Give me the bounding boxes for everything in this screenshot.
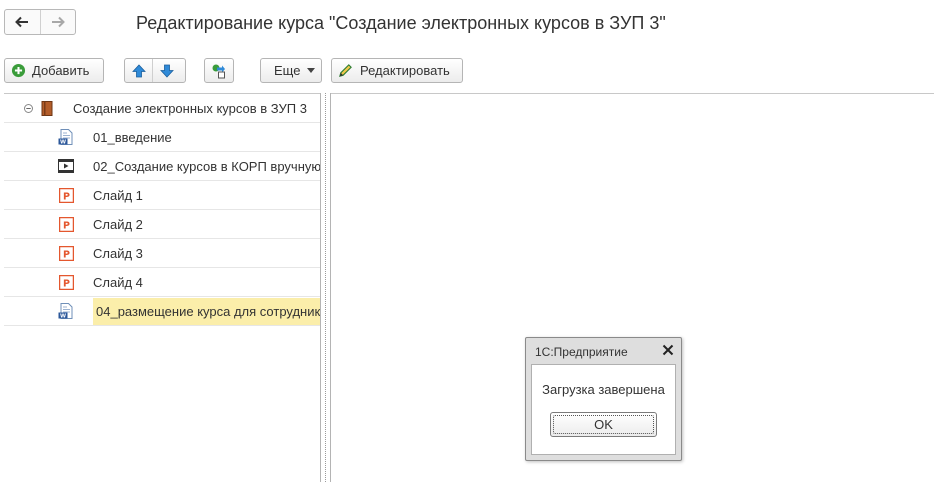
copy-button[interactable]	[204, 58, 234, 83]
dialog-message: Загрузка завершена	[542, 382, 665, 397]
add-button[interactable]: Добавить	[4, 58, 104, 83]
tree-item-label: Слайд 3	[93, 245, 143, 261]
tree-item-label: 01_введение	[93, 129, 172, 145]
svg-text:P: P	[63, 220, 70, 231]
add-button-label: Добавить	[32, 63, 90, 78]
slide-icon: P	[59, 274, 74, 290]
tree-item-label: 04_размещение курса для сотрудников	[93, 297, 320, 325]
navigation-buttons	[4, 9, 76, 35]
more-button[interactable]: Еще	[260, 58, 322, 83]
tree-item[interactable]: P Слайд 1	[4, 181, 320, 210]
arrow-left-icon	[15, 16, 29, 28]
tree-item-label: Слайд 2	[93, 216, 143, 232]
svg-text:P: P	[63, 249, 70, 260]
arrow-up-icon	[131, 63, 146, 77]
page-title: Редактирование курса "Создание электронн…	[136, 13, 666, 33]
slide-icon: P	[59, 216, 74, 232]
close-icon[interactable]	[662, 344, 674, 356]
content-panel	[331, 93, 934, 94]
more-button-label: Еще	[274, 63, 301, 78]
slide-icon: P	[59, 245, 74, 261]
pencil-icon	[339, 64, 352, 77]
tree-item-label: 02_Создание курсов в КОРП вручную	[93, 158, 320, 174]
move-down-button[interactable]	[152, 59, 180, 82]
tree-item-label: Слайд 1	[93, 187, 143, 203]
svg-text:W: W	[60, 313, 66, 319]
dialog-title: 1С:Предприятие	[535, 345, 628, 359]
collapse-icon[interactable]	[24, 103, 33, 113]
move-up-button[interactable]	[125, 59, 152, 82]
tree-item-selected[interactable]: W 04_размещение курса для сотрудников	[4, 297, 320, 326]
move-buttons	[124, 58, 186, 83]
svg-text:P: P	[63, 191, 70, 202]
chevron-down-icon	[307, 67, 316, 73]
panel-splitter[interactable]	[320, 93, 331, 482]
word-doc-icon: W	[58, 129, 73, 145]
arrow-right-icon	[51, 16, 65, 28]
course-tree: Создание электронных курсов в ЗУП 3 W 01…	[4, 93, 320, 482]
back-button[interactable]	[5, 10, 40, 34]
book-icon	[41, 100, 53, 116]
tree-item-label: Слайд 4	[93, 274, 143, 290]
tree-item[interactable]: P Слайд 4	[4, 268, 320, 297]
plus-circle-icon	[11, 63, 26, 78]
tree-root[interactable]: Создание электронных курсов в ЗУП 3	[4, 94, 320, 123]
ok-button[interactable]: OK	[550, 412, 657, 437]
word-doc-icon: W	[58, 303, 73, 319]
arrow-down-icon	[159, 64, 174, 78]
forward-button[interactable]	[39, 10, 76, 34]
slide-icon: P	[59, 187, 74, 203]
dialog-body: Загрузка завершена OK	[531, 364, 676, 455]
edit-button-label: Редактировать	[360, 63, 450, 78]
svg-text:W: W	[60, 139, 66, 145]
message-dialog: 1С:Предприятие Загрузка завершена OK	[525, 337, 682, 461]
tree-item[interactable]: P Слайд 2	[4, 210, 320, 239]
tree-item[interactable]: P Слайд 3	[4, 239, 320, 268]
video-icon	[58, 159, 74, 173]
tree-root-label: Создание электронных курсов в ЗУП 3	[73, 100, 307, 116]
tree-item[interactable]: 02_Создание курсов в КОРП вручную	[4, 152, 320, 181]
edit-button[interactable]: Редактировать	[331, 58, 463, 83]
tree-item[interactable]: W 01_введение	[4, 123, 320, 152]
svg-text:P: P	[63, 278, 70, 289]
copy-icon	[212, 64, 225, 78]
